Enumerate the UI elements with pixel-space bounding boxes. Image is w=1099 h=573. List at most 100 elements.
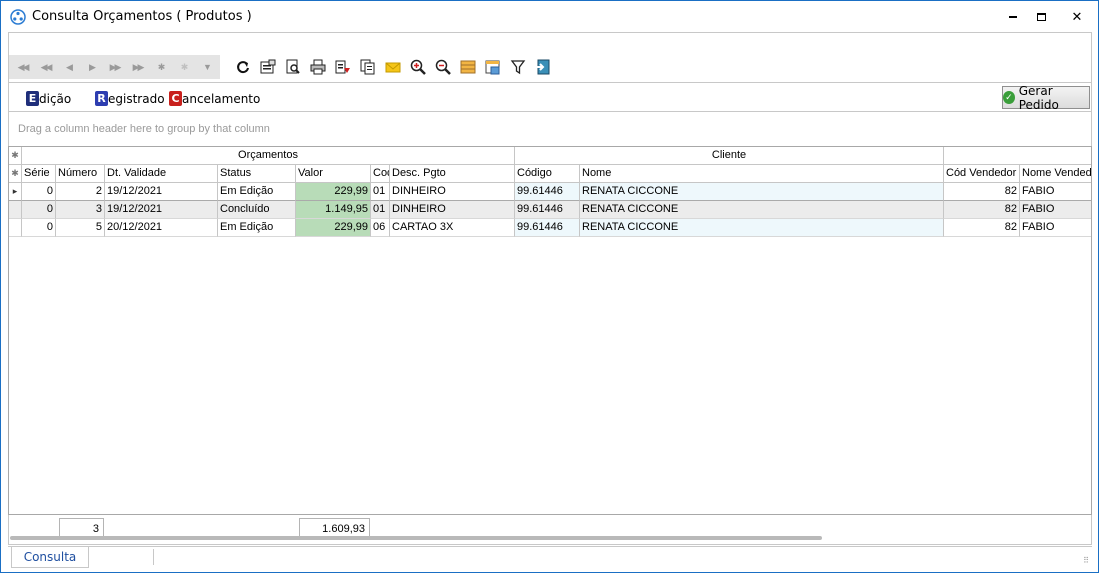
maximize-button[interactable] xyxy=(1027,1,1055,32)
cell-numero[interactable]: 3 xyxy=(56,201,105,219)
cell-nome-vendedor[interactable]: FABIO xyxy=(1020,183,1091,201)
close-icon: ✕ xyxy=(1071,8,1083,24)
cell-cod-vendedor[interactable]: 82 xyxy=(944,219,1020,237)
band-vendedor[interactable] xyxy=(944,147,1091,165)
copy-button[interactable] xyxy=(355,55,380,79)
gerar-pedido-button[interactable]: ✓ Gerar Pedido xyxy=(1002,83,1090,112)
insert-record-button[interactable]: ✱ xyxy=(149,55,172,79)
grid-footer: 3 1.609,93 xyxy=(8,515,1092,545)
cell-codigo[interactable]: 99.61446 xyxy=(515,183,580,201)
cell-numero[interactable]: 2 xyxy=(56,183,105,201)
properties-icon xyxy=(260,59,275,74)
cell-desc-pgto[interactable]: CARTAO 3X xyxy=(390,219,515,237)
cell-nome[interactable]: RENATA CICCONE xyxy=(580,219,944,237)
cell-nome[interactable]: RENATA CICCONE xyxy=(580,183,944,201)
cell-serie[interactable]: 0 xyxy=(22,183,56,201)
print-button[interactable] xyxy=(305,55,330,79)
preview-button[interactable] xyxy=(280,55,305,79)
tab-consulta[interactable]: Consulta xyxy=(11,547,89,568)
cell-serie[interactable]: 0 xyxy=(22,201,56,219)
next-page-button[interactable]: ▶▶ xyxy=(103,55,126,79)
title-bar: Consulta Orçamentos ( Produtos ) ✕ xyxy=(1,1,1098,32)
cell-validade[interactable]: 19/12/2021 xyxy=(105,183,218,201)
filter-icon: ▼ xyxy=(203,62,212,72)
zoom-in-icon xyxy=(410,59,426,75)
cell-codigo[interactable]: 99.61446 xyxy=(515,219,580,237)
cell-cod[interactable]: 01 xyxy=(371,201,390,219)
legend-cancelamento-badge: C xyxy=(169,91,182,106)
status-legend: E dição R egistrado C ancelamento ✓ Gera… xyxy=(8,82,1092,112)
print-icon xyxy=(310,59,325,75)
resize-grip-icon[interactable]: ⠿ xyxy=(1083,556,1089,565)
properties-button[interactable] xyxy=(255,55,280,79)
cell-status[interactable]: Em Edição xyxy=(218,219,296,237)
insert-icon: ✱ xyxy=(157,61,165,72)
cell-desc-pgto[interactable]: DINHEIRO xyxy=(390,201,515,219)
cell-nome-vendedor[interactable]: FABIO xyxy=(1020,219,1091,237)
refresh-icon xyxy=(236,61,249,74)
col-header-cod-vendedor[interactable]: Cód Vendedor xyxy=(944,165,1020,183)
cell-status[interactable]: Em Edição xyxy=(218,183,296,201)
next-page-icon: ▶▶ xyxy=(109,61,122,72)
last-record-button[interactable]: ▶▶ xyxy=(126,55,149,79)
first-icon: ◀◀ xyxy=(17,61,30,72)
cell-desc-pgto[interactable]: DINHEIRO xyxy=(390,183,515,201)
cell-valor[interactable]: 1.149,95 xyxy=(296,201,371,219)
cell-nome-vendedor[interactable]: FABIO xyxy=(1020,201,1091,219)
edit-icon: ✱ xyxy=(180,61,188,72)
col-header-serie[interactable]: Série xyxy=(22,165,56,183)
col-header-codigo[interactable]: Código xyxy=(515,165,580,183)
col-header-validade[interactable]: Dt. Validade xyxy=(105,165,218,183)
window-button[interactable] xyxy=(480,55,505,79)
minimize-button[interactable] xyxy=(999,1,1027,32)
col-header-nome-vendedor[interactable]: Nome Vendedor xyxy=(1020,165,1091,183)
first-record-button[interactable]: ◀◀ xyxy=(11,55,34,79)
legend-edicao: E dição xyxy=(26,91,71,106)
export-button[interactable] xyxy=(330,55,355,79)
tab-divider xyxy=(153,549,154,565)
col-header-nome[interactable]: Nome xyxy=(580,165,944,183)
close-button[interactable]: ✕ xyxy=(1057,1,1097,32)
cell-codigo[interactable]: 99.61446 xyxy=(515,201,580,219)
col-header-numero[interactable]: Número xyxy=(56,165,105,183)
band-orcamentos[interactable]: Orçamentos xyxy=(22,147,515,165)
horizontal-scrollbar[interactable] xyxy=(10,536,822,540)
col-header-desc-pgto[interactable]: Desc. Pgto xyxy=(390,165,515,183)
filter-funnel-icon xyxy=(510,60,525,75)
prev-page-button[interactable]: ◀◀ xyxy=(34,55,57,79)
col-header-valor[interactable]: Valor xyxy=(296,165,371,183)
refresh-button[interactable] xyxy=(230,55,255,79)
gerar-pedido-label: Gerar Pedido xyxy=(1018,83,1059,112)
cell-validade[interactable]: 19/12/2021 xyxy=(105,201,218,219)
cell-numero[interactable]: 5 xyxy=(56,219,105,237)
grid-layout-button[interactable] xyxy=(455,55,480,79)
legend-cancelamento-label: ancelamento xyxy=(182,91,261,106)
legend-registrado-label: egistrado xyxy=(108,91,165,106)
cell-cod-vendedor[interactable]: 82 xyxy=(944,183,1020,201)
group-by-panel[interactable]: Drag a column header here to group by th… xyxy=(8,112,1092,146)
filter-record-button[interactable]: ▼ xyxy=(195,55,218,79)
prev-record-button[interactable]: ◀ xyxy=(57,55,80,79)
cell-valor[interactable]: 229,99 xyxy=(296,183,371,201)
col-header-cod[interactable]: Cod xyxy=(371,165,390,183)
cell-nome[interactable]: RENATA CICCONE xyxy=(580,201,944,219)
email-button[interactable] xyxy=(380,55,405,79)
cell-cod[interactable]: 01 xyxy=(371,183,390,201)
cell-validade[interactable]: 20/12/2021 xyxy=(105,219,218,237)
next-record-button[interactable]: ▶ xyxy=(80,55,103,79)
exit-button[interactable] xyxy=(530,55,555,79)
col-header-status[interactable]: Status xyxy=(218,165,296,183)
cell-valor[interactable]: 229,99 xyxy=(296,219,371,237)
last-icon: ▶▶ xyxy=(132,61,145,72)
cell-serie[interactable]: 0 xyxy=(22,219,56,237)
band-cliente[interactable]: Cliente xyxy=(515,147,944,165)
funnel-filter-button[interactable] xyxy=(505,55,530,79)
row-indicator xyxy=(9,219,22,237)
cell-status[interactable]: Concluído xyxy=(218,201,296,219)
cell-cod-vendedor[interactable]: 82 xyxy=(944,201,1020,219)
zoom-out-icon xyxy=(435,59,451,75)
zoom-in-button[interactable] xyxy=(405,55,430,79)
zoom-out-button[interactable] xyxy=(430,55,455,79)
edit-record-button[interactable]: ✱ xyxy=(172,55,195,79)
cell-cod[interactable]: 06 xyxy=(371,219,390,237)
